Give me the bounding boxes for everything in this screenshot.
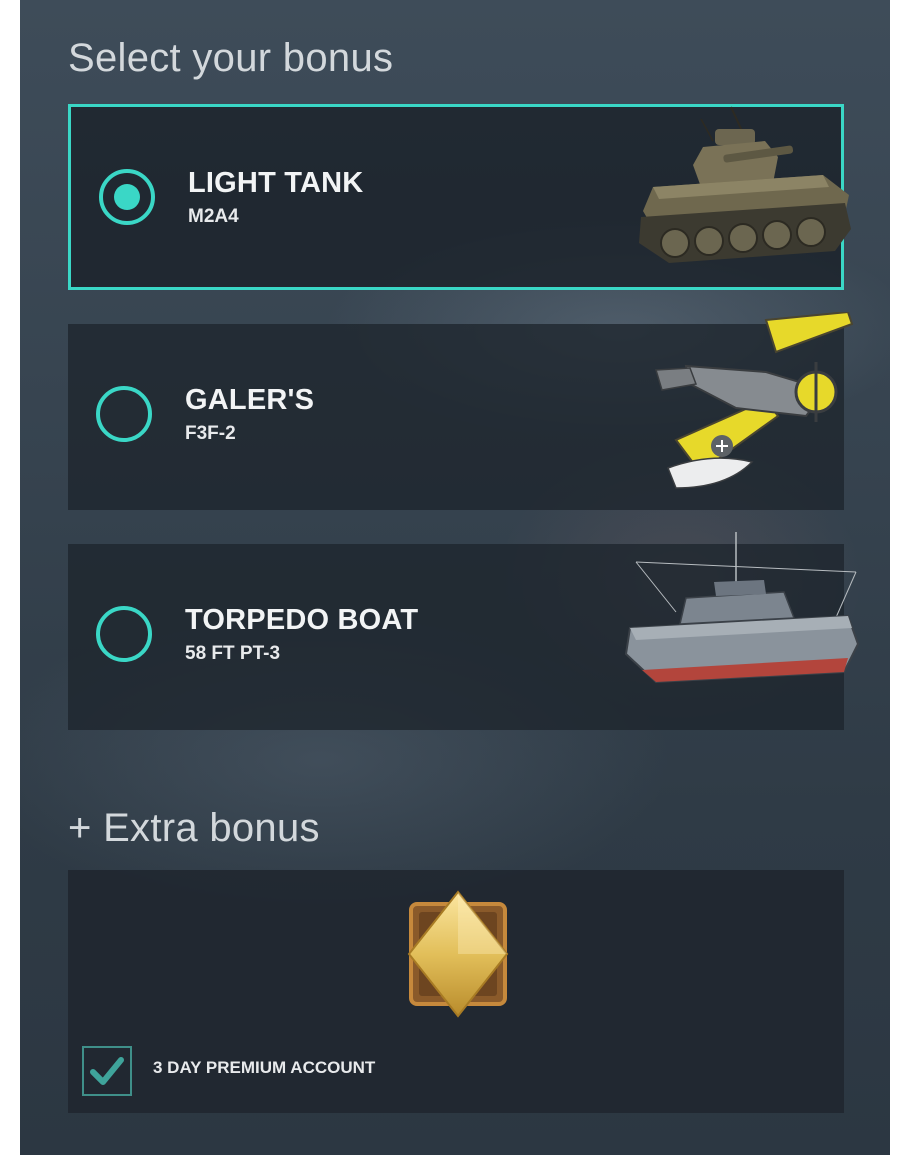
bonus-option-torpedo-boat[interactable]: TORPEDO BOAT 58 FT PT-3 (68, 532, 860, 730)
select-bonus-title: Select your bonus (68, 36, 394, 80)
extra-bonus-card: 3 DAY PREMIUM ACCOUNT (68, 870, 844, 1113)
biplane-icon (655, 312, 854, 489)
bonus-option-galers[interactable]: GALER'S F3F-2 (68, 312, 854, 510)
radio-selected-dot (114, 184, 140, 210)
bonus-option-name: LIGHT TANK (188, 167, 364, 199)
bonus-panel: Select your bonus LIGHT TANK M2A4 GALER'… (20, 0, 890, 1155)
premium-diamond-icon (407, 890, 509, 1018)
extra-bonus-title: + Extra bonus (68, 806, 320, 850)
torpedo-boat-icon (624, 532, 860, 684)
bonus-option-model: M2A4 (188, 206, 239, 227)
bonus-option-model: 58 FT PT-3 (185, 643, 281, 664)
checkmark-icon (90, 1057, 124, 1085)
bonus-option-model: F3F-2 (185, 423, 236, 444)
bonus-option-name: TORPEDO BOAT (185, 604, 419, 636)
premium-account-checkbox[interactable] (82, 1046, 132, 1096)
tank-icon (639, 106, 851, 263)
premium-account-label: 3 DAY PREMIUM ACCOUNT (153, 1058, 376, 1077)
radio-button-galers[interactable] (96, 386, 152, 442)
radio-button-light-tank[interactable] (99, 169, 155, 225)
bonus-option-light-tank[interactable]: LIGHT TANK M2A4 (68, 104, 851, 290)
radio-button-torpedo-boat[interactable] (96, 606, 152, 662)
bonus-option-name: GALER'S (185, 384, 315, 416)
